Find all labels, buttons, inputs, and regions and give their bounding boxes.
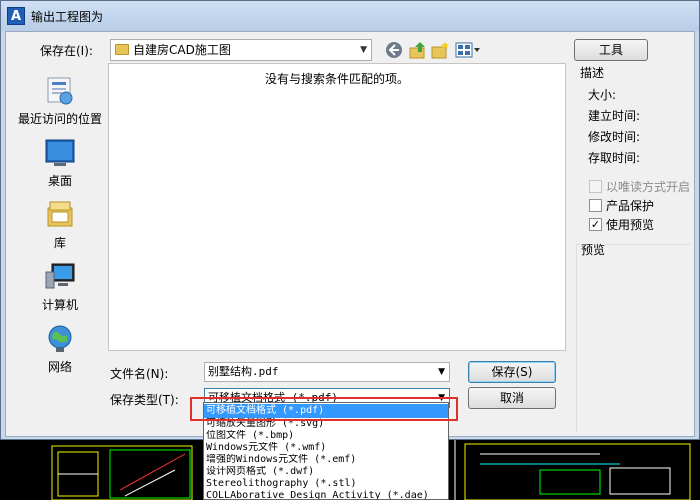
place-computer[interactable]: 计算机 — [13, 256, 107, 316]
filetype-label: 保存类型(T): — [110, 393, 179, 407]
place-desktop-label: 桌面 — [47, 174, 72, 188]
filetype-option[interactable]: 设计网页格式 (*.dwf) — [204, 466, 448, 478]
place-recent-label: 最近访问的位置 — [17, 112, 102, 126]
chevron-down-icon: ▼ — [360, 45, 367, 55]
tools-button[interactable]: 工具 — [574, 39, 648, 61]
modified-label: 修改时间: — [588, 130, 641, 144]
readonly-checkbox[interactable] — [589, 180, 602, 193]
empty-list-message: 没有与搜索条件匹配的项。 — [264, 72, 409, 86]
export-drawing-dialog: A 输出工程图为 保存在(I): 自建房CAD施工图 ▼ 最近访问的位置 桌面 … — [0, 0, 700, 440]
place-libraries-label: 库 — [53, 236, 66, 250]
filetype-option[interactable]: 增强的Windows元文件 (*.emf) — [204, 454, 448, 466]
readonly-label: 以唯读方式开启 — [606, 180, 691, 194]
description-group: 描述 大小: 建立时间: 修改时间: 存取时间: — [576, 66, 688, 170]
window-title: 输出工程图为 — [31, 10, 104, 24]
desktop-icon — [45, 139, 75, 166]
preview-group: 预览 — [576, 241, 690, 432]
filename-label: 文件名(N): — [110, 367, 169, 381]
file-list[interactable]: 没有与搜索条件匹配的项。 — [108, 63, 566, 351]
dialog-client-area: 保存在(I): 自建房CAD施工图 ▼ 最近访问的位置 桌面 库 计算机 网络 … — [5, 31, 695, 437]
filename-input[interactable]: 别墅结构.pdf ▼ — [204, 362, 450, 382]
highlight-box — [190, 397, 458, 421]
cancel-button[interactable]: 取消 — [468, 387, 556, 409]
view-menu-icon[interactable] — [454, 40, 482, 60]
place-computer-label: 计算机 — [41, 298, 78, 312]
save-in-value: 自建房CAD施工图 — [133, 43, 231, 57]
back-icon[interactable] — [384, 40, 404, 60]
created-label: 建立时间: — [588, 109, 641, 123]
filetype-option[interactable]: Stereolithography (*.stl) — [204, 478, 448, 490]
libraries-icon — [47, 201, 73, 227]
new-folder-icon[interactable] — [430, 40, 450, 60]
chevron-down-icon: ▼ — [438, 367, 445, 377]
network-icon — [48, 325, 72, 352]
filename-value: 别墅结构.pdf — [208, 365, 279, 378]
recent-places-icon — [47, 77, 73, 105]
folder-icon — [115, 44, 129, 55]
place-network-label: 网络 — [47, 360, 72, 374]
filetype-option[interactable]: 位图文件 (*.bmp) — [204, 430, 448, 442]
size-label: 大小: — [588, 88, 617, 102]
save-in-label: 保存在(I): — [40, 44, 93, 58]
filetype-option[interactable]: Windows元文件 (*.wmf) — [204, 442, 448, 454]
computer-icon — [45, 263, 75, 289]
filetype-option[interactable]: COLLAborative Design Activity (*.dae) — [204, 490, 448, 499]
product-protection-label: 产品保护 — [606, 199, 655, 213]
preview-title: 预览 — [581, 241, 608, 258]
title-bar: A 输出工程图为 — [1, 1, 699, 31]
place-desktop[interactable]: 桌面 — [13, 132, 107, 192]
use-preview-checkbox[interactable]: ✓ — [589, 218, 602, 231]
place-libraries[interactable]: 库 — [13, 194, 107, 254]
description-title: 描述 — [580, 66, 605, 80]
places-bar: 最近访问的位置 桌面 库 计算机 网络 — [13, 62, 107, 382]
product-protection-checkbox[interactable] — [589, 199, 602, 212]
place-recent[interactable]: 最近访问的位置 — [13, 70, 107, 130]
save-button[interactable]: 保存(S) — [468, 361, 556, 383]
app-icon: A — [7, 7, 25, 25]
save-in-combobox[interactable]: 自建房CAD施工图 ▼ — [110, 39, 372, 61]
place-network[interactable]: 网络 — [13, 318, 107, 378]
up-folder-icon[interactable] — [408, 40, 428, 60]
accessed-label: 存取时间: — [588, 151, 641, 165]
use-preview-label: 使用预览 — [606, 218, 655, 232]
